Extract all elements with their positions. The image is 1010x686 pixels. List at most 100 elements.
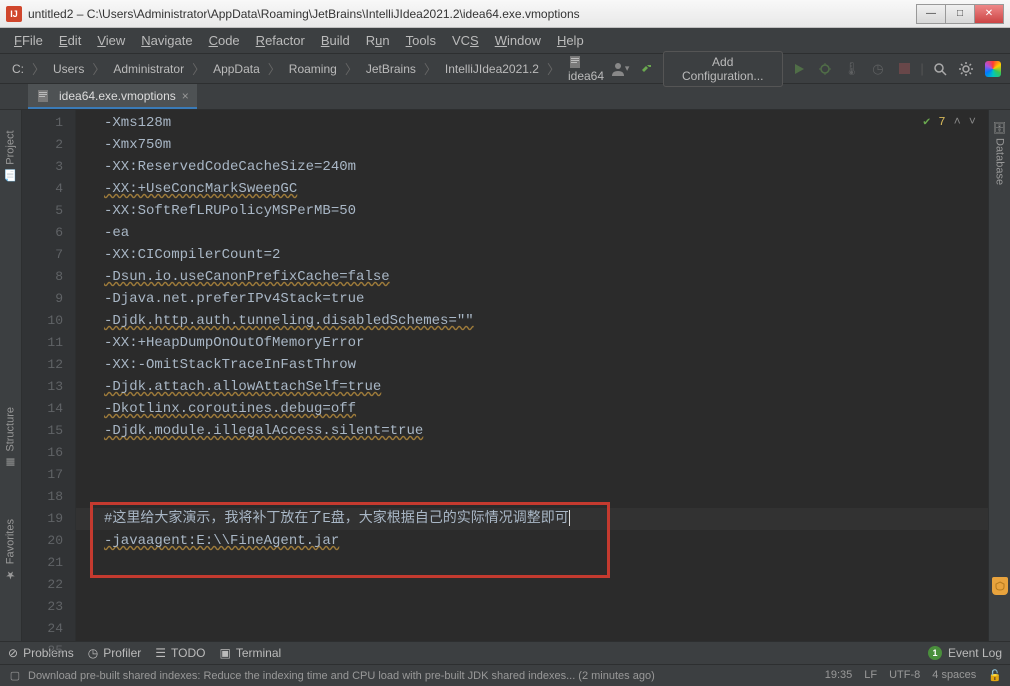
hide-tools-icon[interactable]: ▢: [8, 669, 22, 682]
debug-icon[interactable]: [815, 58, 835, 80]
add-configuration-button[interactable]: Add Configuration...: [663, 51, 783, 87]
tab-label: idea64.exe.vmoptions: [59, 89, 176, 103]
stop-icon[interactable]: [894, 58, 914, 80]
lock-icon[interactable]: 🔓: [988, 669, 1002, 682]
menu-window[interactable]: Window: [487, 31, 549, 50]
file-icon: [568, 55, 582, 69]
line-number: 21: [22, 552, 75, 574]
menu-file[interactable]: FFileFile: [6, 31, 51, 50]
close-button[interactable]: ✕: [974, 4, 1004, 24]
tool-favorites[interactable]: ★ Favorites: [4, 519, 17, 581]
shield-icon[interactable]: [992, 577, 1008, 595]
code-line[interactable]: [76, 574, 988, 596]
menu-refactor[interactable]: Refactor: [248, 31, 313, 50]
menu-build[interactable]: Build: [313, 31, 358, 50]
bc-jetbrains[interactable]: JetBrains: [362, 60, 420, 78]
code-line[interactable]: -Djdk.attach.allowAttachSelf=true: [76, 376, 988, 398]
line-number: 15: [22, 420, 75, 442]
line-number: 5: [22, 200, 75, 222]
chevron-right-icon: 〉: [192, 59, 205, 78]
status-indent[interactable]: 4 spaces: [932, 669, 976, 682]
bc-users[interactable]: Users: [49, 60, 88, 78]
editor[interactable]: 1234567891011121314151617181920212223242…: [22, 110, 988, 641]
code-line[interactable]: -ea: [76, 222, 988, 244]
code-line[interactable]: -javaagent:E:\\FineAgent.jar: [76, 530, 988, 552]
editor-tabs: idea64.exe.vmoptions ×: [0, 84, 1010, 110]
gear-icon[interactable]: [956, 58, 976, 80]
line-number: 23: [22, 596, 75, 618]
code-line[interactable]: [76, 552, 988, 574]
color-picker-icon[interactable]: [982, 58, 1002, 80]
menu-edit[interactable]: Edit: [51, 31, 89, 50]
menu-view[interactable]: View: [89, 31, 133, 50]
code-line[interactable]: [76, 618, 988, 640]
line-number: 11: [22, 332, 75, 354]
status-line-ending[interactable]: LF: [864, 669, 877, 682]
menu-navigate[interactable]: Navigate: [133, 31, 200, 50]
code-line[interactable]: -XX:ReservedCodeCacheSize=240m: [76, 156, 988, 178]
chevron-down-icon[interactable]: ˅: [969, 115, 976, 129]
code-line[interactable]: [76, 640, 988, 662]
code-line[interactable]: -Djdk.http.auth.tunneling.disabledScheme…: [76, 310, 988, 332]
bc-admin[interactable]: Administrator: [109, 60, 188, 78]
code-line[interactable]: -Dkotlinx.coroutines.debug=off: [76, 398, 988, 420]
code-line[interactable]: -XX:SoftRefLRUPolicyMSPerMB=50: [76, 200, 988, 222]
user-icon[interactable]: ▾: [610, 58, 630, 80]
tab-idea64-vmoptions[interactable]: idea64.exe.vmoptions ×: [28, 84, 197, 109]
build-icon[interactable]: [636, 58, 656, 80]
run-coverage-icon[interactable]: 🌡: [841, 58, 861, 80]
code-area[interactable]: ✔ 7 ˄ ˅ -Xms128m-Xmx750m-XX:ReservedCode…: [76, 110, 988, 641]
menu-code[interactable]: Code: [201, 31, 248, 50]
line-number: 4: [22, 178, 75, 200]
code-line[interactable]: [76, 442, 988, 464]
line-number: 2: [22, 134, 75, 156]
menu-tools[interactable]: Tools: [398, 31, 444, 50]
line-number: 10: [22, 310, 75, 332]
profiler-icon[interactable]: ◷: [868, 58, 888, 80]
bc-appdata[interactable]: AppData: [209, 60, 264, 78]
code-line[interactable]: -XX:-OmitStackTraceInFastThrow: [76, 354, 988, 376]
bc-roaming[interactable]: Roaming: [285, 60, 341, 78]
bc-file[interactable]: idea64: [564, 52, 608, 85]
code-line[interactable]: #这里给大家演示，我将补丁放在了E盘，大家根据自己的实际情况调整即可: [76, 508, 988, 530]
tool-structure[interactable]: 𝌆 Structure: [4, 407, 17, 469]
code-line[interactable]: -Dsun.io.useCanonPrefixCache=false: [76, 266, 988, 288]
code-line[interactable]: -Xmx750m: [76, 134, 988, 156]
bc-idea2021[interactable]: IntelliJIdea2021.2: [441, 60, 543, 78]
code-line[interactable]: -XX:+HeapDumpOnOutOfMemoryError: [76, 332, 988, 354]
line-number: 19: [22, 508, 75, 530]
status-message[interactable]: Download pre-built shared indexes: Reduc…: [28, 670, 655, 682]
code-line[interactable]: -Xms128m: [76, 112, 988, 134]
chevron-up-icon[interactable]: ˄: [954, 115, 961, 129]
window-titlebar: IJ untitled2 – C:\Users\Administrator\Ap…: [0, 0, 1010, 28]
chevron-right-icon: 〉: [345, 59, 358, 78]
line-number: 9: [22, 288, 75, 310]
run-icon[interactable]: [789, 58, 809, 80]
code-line[interactable]: -Djdk.module.illegalAccess.silent=true: [76, 420, 988, 442]
tool-database[interactable]: 🗄 Database: [993, 120, 1006, 185]
menu-run[interactable]: Run: [358, 31, 398, 50]
check-icon: ✔: [923, 114, 930, 129]
code-line[interactable]: -Djava.net.preferIPv4Stack=true: [76, 288, 988, 310]
line-number: 3: [22, 156, 75, 178]
menu-vcs[interactable]: VCS: [444, 31, 487, 50]
code-line[interactable]: [76, 464, 988, 486]
menu-help[interactable]: Help: [549, 31, 592, 50]
code-line[interactable]: -XX:+UseConcMarkSweepGC: [76, 178, 988, 200]
chevron-right-icon: 〉: [424, 59, 437, 78]
code-line[interactable]: -XX:CICompilerCount=2: [76, 244, 988, 266]
search-icon[interactable]: [930, 58, 950, 80]
code-line[interactable]: [76, 486, 988, 508]
minimize-button[interactable]: —: [916, 4, 946, 24]
line-number: 25: [22, 640, 75, 662]
chevron-right-icon: 〉: [32, 59, 45, 78]
tool-project[interactable]: 📄 Project: [4, 130, 17, 182]
window-title: untitled2 – C:\Users\Administrator\AppDa…: [28, 7, 917, 21]
code-line[interactable]: [76, 596, 988, 618]
bc-root[interactable]: C:: [8, 60, 28, 78]
status-encoding[interactable]: UTF-8: [889, 669, 920, 682]
maximize-button[interactable]: □: [945, 4, 975, 24]
navigation-bar: C: 〉 Users 〉 Administrator 〉 AppData 〉 R…: [0, 54, 1010, 84]
status-bar: ▢ Download pre-built shared indexes: Red…: [0, 664, 1010, 686]
close-tab-icon[interactable]: ×: [182, 89, 189, 103]
